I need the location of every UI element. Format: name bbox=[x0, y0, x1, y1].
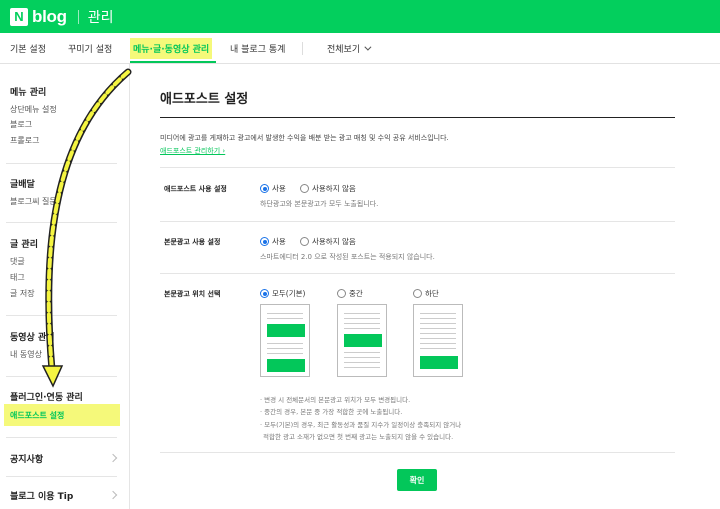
radio-checked-icon bbox=[260, 237, 269, 246]
radio-checked-icon bbox=[260, 289, 269, 298]
radio-label: 중간 bbox=[349, 289, 363, 298]
sidebar-group-plugin: 플러그인·연동 관리 bbox=[10, 393, 83, 403]
radio-label: 사용하지 않음 bbox=[312, 184, 356, 193]
inline-ad-radio-on[interactable]: 사용 bbox=[260, 236, 286, 247]
confirm-button[interactable]: 확인 bbox=[397, 469, 437, 491]
title-divider bbox=[160, 117, 675, 118]
adpost-use-hint: 하단광고와 본문광고가 모두 노출됩니다. bbox=[260, 200, 379, 208]
page-title: 애드포스트 설정 bbox=[160, 92, 249, 107]
sidebar-item-tags[interactable]: 태그 bbox=[10, 272, 25, 283]
position-note: 적합한 광고 소재가 없으면 첫 번째 광고는 노출되지 않을 수 있습니다. bbox=[263, 433, 454, 441]
inline-ad-radio-off[interactable]: 사용하지 않음 bbox=[300, 236, 356, 247]
ad-block bbox=[267, 324, 305, 337]
naver-logo-icon[interactable]: N bbox=[10, 7, 28, 26]
tab-view-all-label: 전체보기 bbox=[327, 45, 361, 55]
radio-label: 사용 bbox=[272, 184, 286, 193]
sidebar-group-delivery: 글배달 bbox=[10, 180, 35, 190]
sidebar-group-menu: 메뉴 관리 bbox=[10, 88, 47, 98]
settings-tabs: 기본 설정 꾸미기 설정 메뉴·글·동영상 관리 내 블로그 통계 전체보기 bbox=[0, 33, 720, 64]
adpost-use-radio-on[interactable]: 사용 bbox=[260, 183, 286, 194]
chevron-right-icon bbox=[108, 490, 118, 500]
sidebar-item-blogc-question[interactable]: 블로그씨 질문 bbox=[10, 196, 57, 207]
radio-label: 사용하지 않음 bbox=[312, 237, 356, 246]
radio-unchecked-icon bbox=[337, 289, 346, 298]
blog-logo[interactable]: blog bbox=[32, 7, 67, 27]
top-bar: N blog 관리 bbox=[0, 0, 720, 33]
position-radio-middle[interactable]: 중간 bbox=[337, 288, 363, 299]
sidebar-link-tips[interactable]: 블로그 이용 Tip bbox=[10, 489, 73, 502]
preview-bottom[interactable] bbox=[413, 304, 463, 377]
tab-basic-settings[interactable]: 기본 설정 bbox=[10, 33, 46, 64]
position-radio-all[interactable]: 모두(기본) bbox=[260, 288, 305, 299]
tab-menu-post-video[interactable]: 메뉴·글·동영상 관리 bbox=[130, 33, 213, 64]
radio-checked-icon bbox=[260, 184, 269, 193]
section-divider bbox=[160, 221, 675, 222]
preview-middle[interactable] bbox=[337, 304, 387, 377]
adpost-use-radio-off[interactable]: 사용하지 않음 bbox=[300, 183, 356, 194]
tab-menu-post-video-label: 메뉴·글·동영상 관리 bbox=[130, 38, 213, 59]
section-divider bbox=[160, 167, 675, 168]
radio-unchecked-icon bbox=[300, 184, 309, 193]
ad-block bbox=[267, 359, 305, 372]
sidebar-divider bbox=[6, 315, 117, 316]
radio-label: 하단 bbox=[425, 289, 439, 298]
sidebar-item-prologue[interactable]: 프롤로그 bbox=[10, 135, 39, 146]
position-note: · 중간의 경우, 본문 중 가장 적합한 곳에 노출됩니다. bbox=[260, 408, 403, 416]
position-radio-bottom[interactable]: 하단 bbox=[413, 288, 439, 299]
active-tab-indicator bbox=[130, 61, 216, 63]
sidebar-divider bbox=[6, 476, 117, 477]
page-description: 미디어에 광고를 게재하고 광고에서 발생한 수익을 배분 받는 광고 매칭 및… bbox=[160, 134, 449, 142]
sidebar-divider bbox=[6, 376, 117, 377]
chevron-down-icon bbox=[364, 43, 372, 51]
logo-divider bbox=[77, 9, 79, 24]
sidebar-group-post: 글 관리 bbox=[10, 240, 38, 250]
inline-ad-hint: 스마트에디터 2.0 으로 작성된 포스트는 적용되지 않습니다. bbox=[260, 253, 435, 261]
ad-block bbox=[420, 356, 458, 369]
tab-blog-stats[interactable]: 내 블로그 통계 bbox=[230, 33, 285, 64]
position-note: · 변경 시 전체문서의 본문광고 위치가 모두 변경됩니다. bbox=[260, 396, 411, 404]
section-title[interactable]: 관리 bbox=[88, 7, 114, 27]
tab-divider bbox=[302, 42, 303, 55]
adpost-manage-link[interactable]: 애드포스트 관리하기 › bbox=[160, 146, 225, 156]
sidebar-link-notice[interactable]: 공지사항 bbox=[10, 452, 43, 465]
tab-view-all[interactable]: 전체보기 bbox=[327, 33, 372, 64]
section-divider bbox=[160, 273, 675, 274]
tab-decorate-settings[interactable]: 꾸미기 설정 bbox=[68, 33, 112, 64]
sidebar-divider bbox=[6, 437, 117, 438]
sidebar-item-adpost-settings[interactable]: 애드포스트 설정 bbox=[10, 410, 64, 421]
radio-unchecked-icon bbox=[300, 237, 309, 246]
position-note: · 모두(기본)의 경우, 최근 활동성과 품질 지수가 일정이상 충족되지 않… bbox=[260, 421, 462, 429]
radio-label: 사용 bbox=[272, 237, 286, 246]
inline-ad-use-label: 본문광고 사용 설정 bbox=[164, 238, 221, 246]
ad-block bbox=[344, 334, 382, 347]
radio-label: 모두(기본) bbox=[272, 289, 306, 298]
sidebar-divider bbox=[6, 163, 117, 164]
sidebar-divider bbox=[6, 222, 117, 223]
sidebar-item-top-menu[interactable]: 상단메뉴 설정 bbox=[10, 104, 57, 115]
preview-all[interactable] bbox=[260, 304, 310, 377]
sidebar-item-my-videos[interactable]: 내 동영상 bbox=[10, 349, 42, 360]
footer-divider bbox=[160, 452, 675, 453]
chevron-right-icon bbox=[108, 453, 118, 463]
radio-unchecked-icon bbox=[413, 289, 422, 298]
sidebar-item-comments[interactable]: 댓글 bbox=[10, 256, 25, 267]
inline-ad-position-label: 본문광고 위치 선택 bbox=[164, 290, 221, 298]
sidebar: 메뉴 관리 상단메뉴 설정 블로그 프롤로그 글배달 블로그씨 질문 글 관리 … bbox=[0, 64, 130, 509]
adpost-use-label: 애드포스트 사용 설정 bbox=[164, 185, 227, 193]
sidebar-item-post-save[interactable]: 글 저장 bbox=[10, 288, 35, 299]
sidebar-item-blog[interactable]: 블로그 bbox=[10, 119, 32, 130]
sidebar-group-video: 동영상 관리 bbox=[10, 333, 55, 343]
